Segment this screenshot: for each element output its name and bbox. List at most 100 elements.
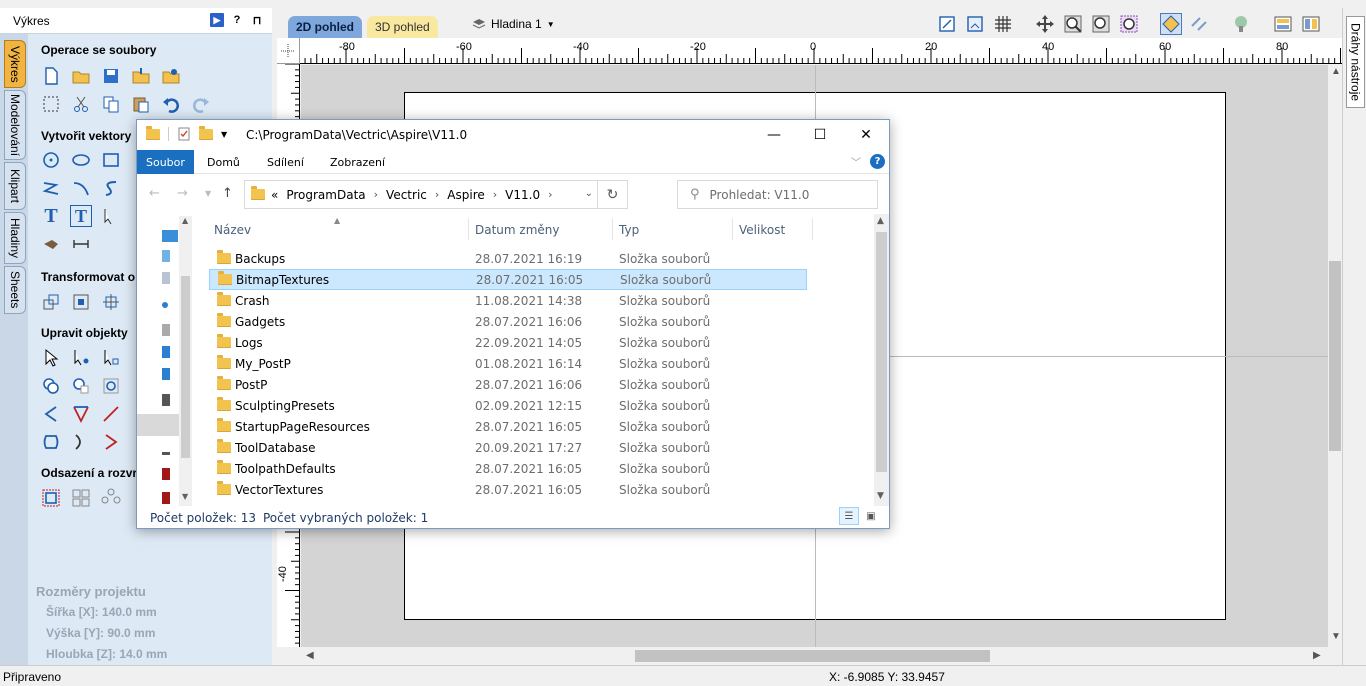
tab-drawing[interactable]: Výkres	[4, 40, 26, 88]
file-row[interactable]: Backups 28.07.2021 16:19 Složka souborů	[207, 248, 875, 269]
ribbon-tab-file[interactable]: Soubor	[137, 150, 194, 174]
import-folder-icon[interactable]	[130, 65, 152, 87]
weld-icon[interactable]	[40, 375, 62, 397]
layer-dropdown[interactable]: Hladina 1 ▼	[472, 17, 555, 31]
column-divider[interactable]	[732, 218, 733, 240]
nav-item-icon[interactable]	[162, 452, 170, 455]
undo-icon[interactable]	[160, 93, 182, 115]
smooth-icon[interactable]	[40, 431, 62, 453]
snap-grid-icon[interactable]	[964, 13, 986, 35]
nav-item-icon[interactable]	[162, 324, 170, 336]
file-row[interactable]: StartupPageResources 28.07.2021 16:05 Slož…	[207, 416, 875, 437]
transform-select-icon[interactable]	[100, 347, 122, 369]
canvas-vertical-scrollbar[interactable]: ▲ ▼	[1328, 65, 1342, 647]
node-edit-icon[interactable]	[70, 347, 92, 369]
trim-icon[interactable]	[70, 403, 92, 425]
file-row-selected[interactable]: BitmapTextures 28.07.2021 16:05 Složka sou…	[209, 269, 807, 290]
zoom-window-icon[interactable]	[1062, 13, 1084, 35]
arc-icon[interactable]	[70, 177, 92, 199]
column-divider[interactable]	[812, 218, 813, 240]
column-type[interactable]: Typ	[619, 223, 639, 237]
chevron-right-icon[interactable]: ›	[548, 188, 552, 201]
scroll-up-icon[interactable]: ▲	[1331, 66, 1341, 77]
help-icon[interactable]: ?	[870, 154, 885, 169]
properties-icon[interactable]	[177, 127, 191, 141]
ribbon-tab-share[interactable]: Sdílení	[258, 150, 313, 174]
file-row[interactable]: VectorTextures 28.07.2021 16:05 Složka sou…	[207, 479, 875, 500]
join-icon[interactable]	[40, 403, 62, 425]
offset-icon[interactable]	[40, 487, 62, 509]
new-folder-icon[interactable]	[199, 125, 213, 140]
column-date-modified[interactable]: Datum změny	[475, 223, 560, 237]
scroll-thumb[interactable]	[635, 650, 990, 662]
forward-icon[interactable]: →	[177, 186, 188, 201]
curve-icon[interactable]	[100, 177, 122, 199]
chevron-right-icon[interactable]: ›	[493, 188, 497, 201]
select-all-icon[interactable]	[40, 93, 62, 115]
address-history-dropdown-icon[interactable]: ⌄	[585, 188, 593, 199]
cut-icon[interactable]	[70, 93, 92, 115]
scroll-thumb[interactable]	[876, 232, 887, 472]
breadcrumb-item[interactable]: Aspire	[447, 188, 484, 202]
nav-item-icon[interactable]	[162, 302, 168, 308]
nav-item-icon[interactable]	[162, 272, 170, 284]
breadcrumb-item[interactable]: Vectric	[386, 188, 427, 202]
auto-layout-text-icon[interactable]	[100, 205, 122, 227]
subtract-icon[interactable]	[70, 375, 92, 397]
rectangle-icon[interactable]	[100, 149, 122, 171]
scroll-down-icon[interactable]: ▼	[182, 492, 188, 501]
file-row[interactable]: ToolDatabase 20.09.2021 17:27 Složka soubo…	[207, 437, 875, 458]
file-list[interactable]: ▲ Název Datum změny Typ Velikost Backups…	[207, 214, 875, 506]
file-row[interactable]: ToolpathDefaults 28.07.2021 16:05 Složka s…	[207, 458, 875, 479]
grid-icon[interactable]	[992, 13, 1014, 35]
tab-toolpaths[interactable]: Dráhy nástroje	[1346, 16, 1365, 108]
tab-sheets[interactable]: Sheets	[4, 266, 26, 314]
nav-item-icon[interactable]	[162, 346, 170, 358]
align-icon[interactable]	[70, 291, 92, 313]
dynamic-snap-icon[interactable]	[1188, 13, 1210, 35]
pin-icon[interactable]: ⊓	[250, 13, 264, 27]
fillet-icon[interactable]	[100, 403, 122, 425]
array-copy-icon[interactable]	[70, 487, 92, 509]
nav-item-icon[interactable]	[162, 394, 170, 406]
chevron-right-icon[interactable]: ›	[374, 188, 378, 201]
maximize-button[interactable]: ☐	[797, 120, 843, 150]
tab-modeling[interactable]: Modelování	[4, 90, 26, 160]
minimize-button[interactable]: —	[751, 120, 797, 150]
chevron-right-icon[interactable]: ›	[435, 188, 439, 201]
extend-icon[interactable]	[70, 431, 92, 453]
breadcrumb-item[interactable]: ProgramData	[286, 188, 365, 202]
this-pc-icon[interactable]	[162, 230, 178, 242]
paste-icon[interactable]	[130, 93, 152, 115]
tab-3d-view[interactable]: 3D pohled	[367, 16, 438, 38]
scroll-right-icon[interactable]: ▶	[1313, 650, 1321, 661]
back-icon[interactable]: ←	[149, 186, 160, 201]
ribbon-tab-view[interactable]: Zobrazení	[321, 150, 394, 174]
select-icon[interactable]	[40, 347, 62, 369]
toolpath-preview-icon[interactable]	[1230, 13, 1252, 35]
pan-icon[interactable]	[1034, 13, 1056, 35]
bitmap-trace-icon[interactable]	[40, 233, 62, 255]
open-folder-icon[interactable]	[70, 65, 92, 87]
up-icon[interactable]: ↑	[222, 186, 233, 201]
scroll-up-icon[interactable]: ▲	[182, 216, 188, 225]
scroll-down-icon[interactable]: ▼	[877, 491, 884, 501]
details-view-icon[interactable]: ☰	[839, 507, 859, 525]
breadcrumb-overflow[interactable]: «	[271, 188, 278, 202]
nav-item-icon[interactable]	[162, 492, 170, 504]
column-name[interactable]: Název	[214, 223, 251, 237]
search-box[interactable]: ⚲ Prohledat: V11.0	[677, 180, 878, 209]
file-row[interactable]: PostP 28.07.2021 16:06 Složka souborů	[207, 374, 875, 395]
scroll-thumb[interactable]	[181, 276, 190, 458]
tab-2d-view[interactable]: 2D pohled	[288, 16, 363, 38]
navigation-pane[interactable]: ▲ ▼	[137, 214, 193, 506]
ribbon-expand-icon[interactable]: ﹀	[851, 154, 861, 169]
zoom-selection-icon[interactable]	[1118, 13, 1140, 35]
tab-clipart[interactable]: Klipart	[4, 162, 26, 210]
dimension-icon[interactable]	[70, 233, 92, 255]
navigation-pane-scrollbar[interactable]: ▲ ▼	[179, 216, 192, 506]
text-on-curve-icon[interactable]: T	[70, 205, 92, 227]
file-row[interactable]: My_PostP 01.08.2021 16:14 Složka souborů	[207, 353, 875, 374]
nav-item-icon[interactable]	[162, 468, 170, 480]
scroll-left-icon[interactable]: ◀	[306, 650, 314, 661]
